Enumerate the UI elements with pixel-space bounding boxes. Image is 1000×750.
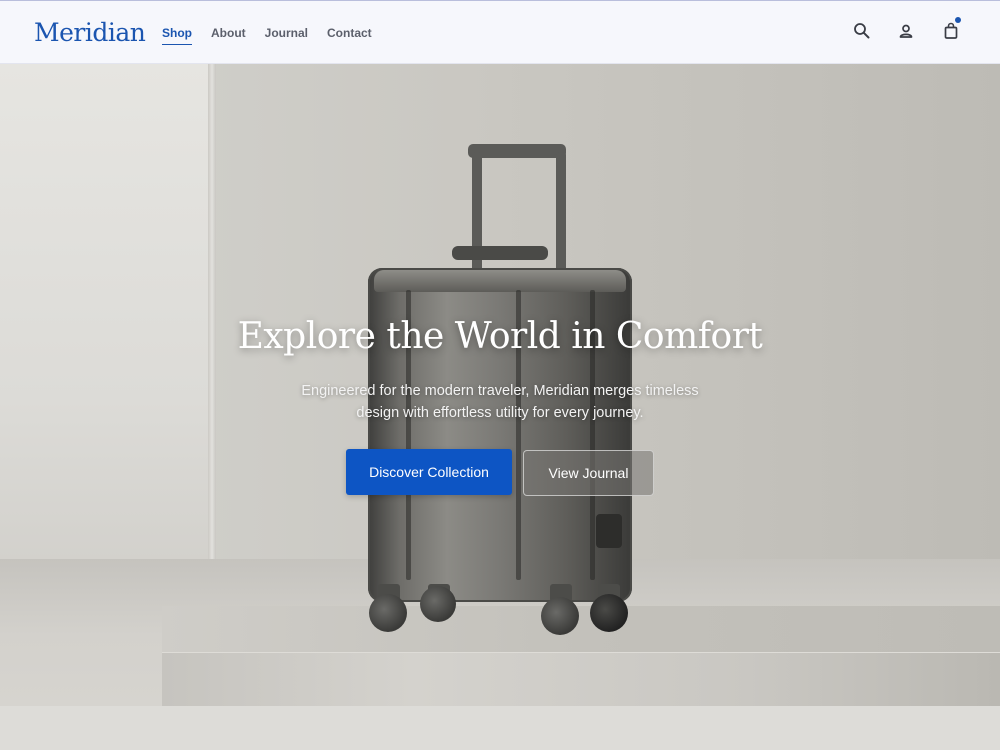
logo[interactable]: Meridian	[34, 18, 146, 47]
hero-subtitle-line-2: design with effortless utility for every…	[356, 405, 644, 421]
main-nav: Shop About Journal Contact	[162, 25, 391, 45]
nav-contact[interactable]: Contact	[327, 25, 372, 41]
hero-title: Explore the World in Comfort	[237, 316, 763, 357]
search-icon[interactable]	[851, 20, 873, 42]
hero-section: Explore the World in Comfort Engineered …	[0, 64, 1000, 750]
nav-about[interactable]: About	[211, 25, 246, 41]
discover-collection-button[interactable]: Discover Collection	[346, 449, 512, 495]
site-header: Meridian Shop About Journal Contact	[0, 0, 1000, 64]
account-icon[interactable]	[895, 20, 917, 42]
shopping-bag-icon[interactable]	[940, 17, 962, 42]
hero-subtitle-line-1: Engineered for the modern traveler, Meri…	[301, 383, 699, 399]
nav-shop[interactable]: Shop	[162, 25, 192, 45]
nav-journal[interactable]: Journal	[265, 25, 308, 41]
cart-badge	[955, 17, 961, 23]
hero-subtitle: Engineered for the modern traveler, Meri…	[280, 380, 720, 424]
view-journal-button[interactable]: View Journal	[523, 450, 654, 496]
